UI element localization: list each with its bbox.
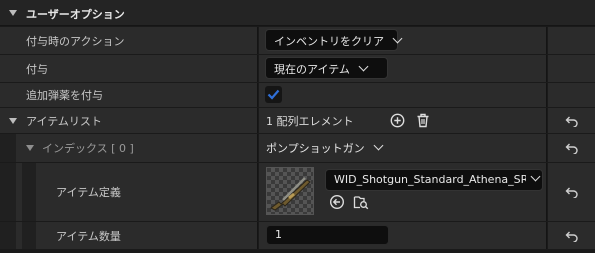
indent-guide — [0, 163, 16, 221]
row-label-cell: アイテム数量 — [0, 222, 258, 249]
indent-guide — [0, 134, 16, 162]
chevron-down-icon — [358, 61, 369, 72]
item-count-input[interactable]: 1 — [266, 225, 389, 245]
indent-guide — [22, 163, 36, 221]
indent-guide — [22, 222, 36, 249]
collapse-triangle-icon[interactable] — [26, 145, 34, 151]
reset-cell — [548, 83, 595, 107]
reset-arrow-icon[interactable] — [565, 186, 579, 198]
row-label: インデックス [ 0 ] — [42, 142, 134, 155]
row-value-cell: 1 — [259, 222, 547, 249]
reset-cell — [548, 108, 595, 133]
shotgun-icon — [270, 177, 311, 211]
chevron-down-icon — [373, 140, 384, 151]
reset-arrow-icon[interactable] — [565, 115, 579, 127]
row-label-cell: アイテム定義 — [0, 163, 258, 221]
row-value-cell — [259, 83, 547, 107]
row-label-cell: 追加弾薬を付与 — [0, 83, 258, 107]
reset-cell — [548, 55, 595, 82]
shotgun-thumbnail[interactable] — [266, 167, 314, 215]
row-grant: 付与 現在のアイテム — [0, 55, 595, 82]
add-ammo-checkbox[interactable] — [265, 86, 282, 103]
row-grant-action: 付与時のアクション インベントリをクリア — [0, 27, 595, 54]
delete-trash-icon[interactable] — [416, 113, 430, 128]
reset-cell — [548, 134, 595, 162]
grant-action-dropdown[interactable]: インベントリをクリア — [265, 29, 403, 51]
dropdown-value: インベントリをクリア — [274, 35, 384, 48]
reset-cell — [548, 222, 595, 249]
row-label: アイテム定義 — [56, 186, 121, 199]
row-label-cell: 付与時のアクション — [0, 27, 258, 54]
row-value-cell: 現在のアイテム — [259, 55, 547, 82]
row-label-cell: インデックス [ 0 ] — [0, 134, 258, 162]
grant-dropdown[interactable]: 現在のアイテム — [265, 57, 388, 79]
dropdown-value: ポンプショットガン — [266, 142, 365, 155]
row-label-cell: 付与 — [0, 55, 258, 82]
row-value-cell: インベントリをクリア — [259, 27, 547, 54]
row-value-cell: ポンプショットガン — [259, 134, 547, 162]
reset-cell — [548, 163, 595, 221]
chevron-down-icon — [530, 171, 541, 182]
dropdown-value: WID_Shotgun_Standard_Athena_SR_C — [334, 173, 526, 186]
use-selected-arrow-icon[interactable] — [329, 194, 345, 210]
row-item-count: アイテム数量 1 — [0, 222, 595, 249]
row-value-cell: WID_Shotgun_Standard_Athena_SR_C — [259, 163, 547, 221]
dropdown-value: 現在のアイテム — [274, 63, 350, 76]
checkmark-icon — [267, 89, 280, 100]
chevron-down-icon — [392, 33, 403, 44]
reset-arrow-icon[interactable] — [565, 230, 579, 242]
row-item-definition: アイテム定義 WID_Shotgun_Standard_Athena_SR_C — [0, 163, 595, 221]
reset-arrow-icon[interactable] — [565, 142, 579, 154]
array-count: 1 配列エレメント — [266, 115, 354, 128]
row-value-cell: 1 配列エレメント — [259, 108, 547, 133]
collapse-triangle-icon[interactable] — [9, 10, 17, 16]
row-label: 追加弾薬を付与 — [26, 89, 103, 102]
index-item-dropdown[interactable]: ポンプショットガン — [266, 140, 384, 156]
add-element-icon[interactable] — [390, 113, 405, 128]
row-item-list: アイテムリスト 1 配列エレメント — [0, 108, 595, 133]
indent-guide — [0, 222, 16, 249]
reset-cell — [548, 27, 595, 54]
section-header[interactable]: ユーザーオプション — [0, 0, 595, 26]
row-index-0: インデックス [ 0 ] ポンプショットガン — [0, 134, 595, 162]
row-label-cell: アイテムリスト — [0, 108, 258, 133]
row-label: 付与時のアクション — [26, 34, 125, 48]
section-title: ユーザーオプション — [26, 8, 125, 21]
row-label: アイテムリスト — [26, 114, 102, 128]
browse-folder-icon[interactable] — [353, 194, 369, 210]
input-value: 1 — [275, 228, 282, 241]
row-add-ammo: 追加弾薬を付与 — [0, 83, 595, 107]
item-definition-dropdown[interactable]: WID_Shotgun_Standard_Athena_SR_C — [325, 169, 543, 191]
row-label: アイテム数量 — [56, 229, 121, 243]
collapse-triangle-icon[interactable] — [9, 118, 17, 124]
row-label: 付与 — [26, 62, 48, 76]
